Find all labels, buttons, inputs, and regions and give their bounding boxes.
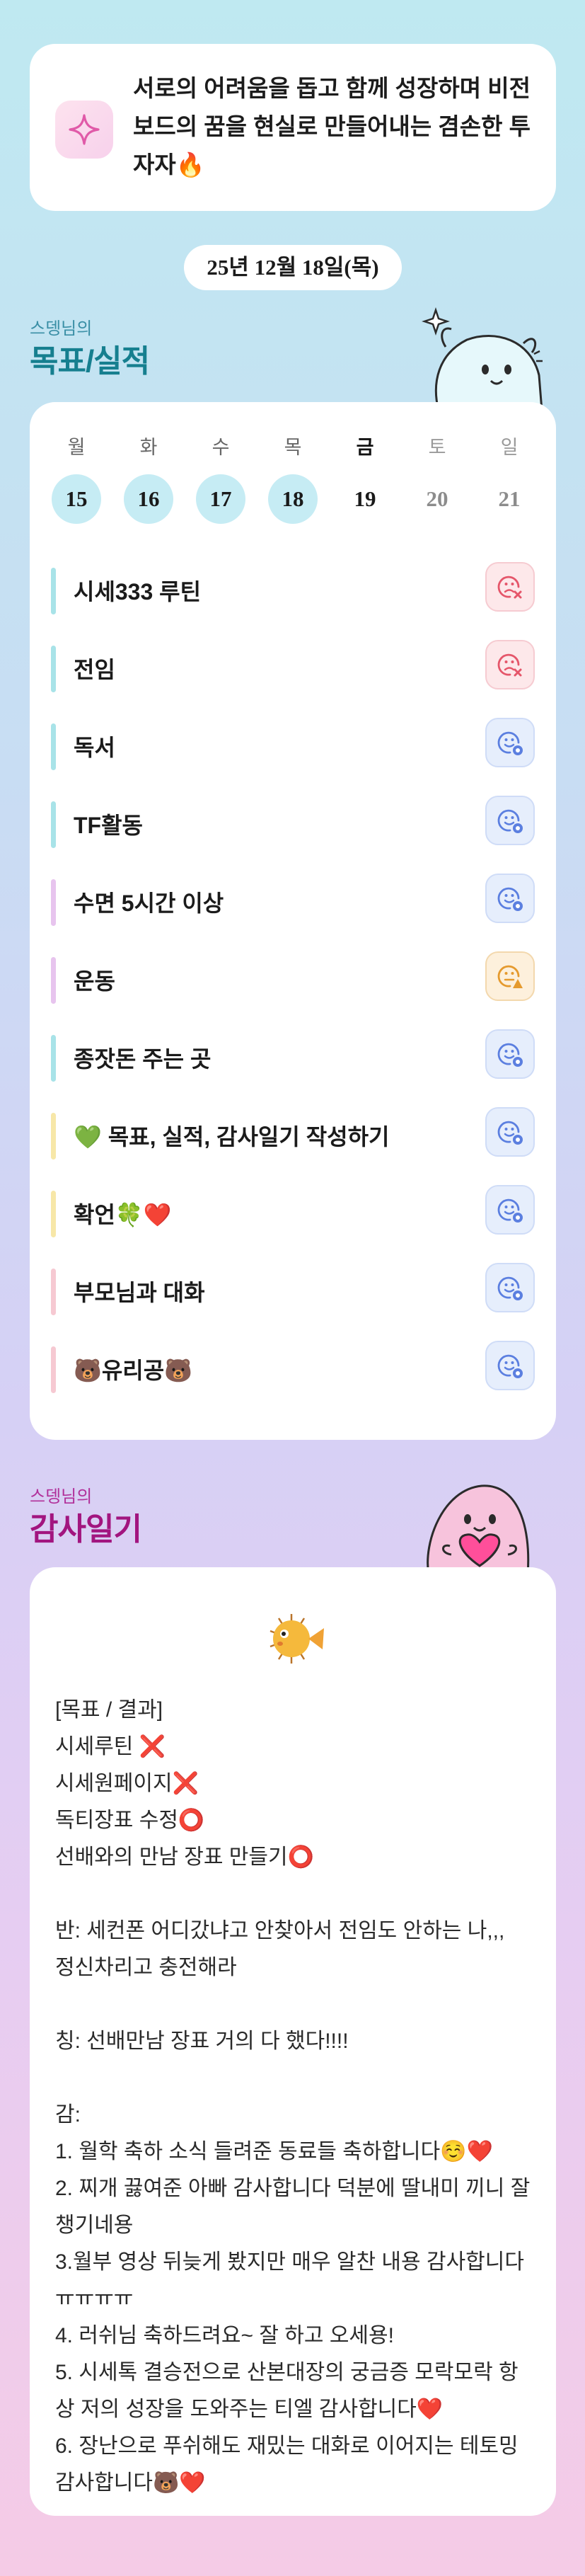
smile-check-icon[interactable] xyxy=(485,1185,535,1235)
journal-text[interactable]: [목표 / 결과] 시세루틴 ❌ 시세원페이지❌ 독티장표 수정⭕ 선배와의 만… xyxy=(55,1692,536,2502)
day-of-week-label: 화 xyxy=(139,437,158,458)
day-15[interactable]: 월 15 xyxy=(51,435,102,524)
gratitude-card: [목표 / 결과] 시세루틴 ❌ 시세원페이지❌ 독티장표 수정⭕ 선배와의 만… xyxy=(30,1567,556,2516)
day-number[interactable]: 20 xyxy=(412,474,462,524)
day-19[interactable]: 금 19 xyxy=(340,435,390,524)
day-17[interactable]: 수 17 xyxy=(195,435,246,524)
sad-x-icon[interactable] xyxy=(485,562,535,612)
goal-row[interactable]: TF활동 xyxy=(51,790,535,868)
smile-check-icon[interactable] xyxy=(485,718,535,767)
goal-color-bar xyxy=(51,1346,56,1393)
goal-label: 수면 5시간 이상 xyxy=(74,891,224,916)
neutral-warning-icon[interactable] xyxy=(485,951,535,1001)
gratitude-section-title: 감사일기 xyxy=(30,1512,142,1547)
goal-color-bar xyxy=(51,801,56,848)
day-number[interactable]: 16 xyxy=(124,474,173,524)
goal-color-bar xyxy=(51,879,56,926)
goal-list: 시세333 루틴전임독서 TF활동수면 5시간 이상운동종잣돈 주는 곳 💚 목표,… xyxy=(51,556,535,1413)
smile-check-icon[interactable] xyxy=(485,874,535,923)
goal-color-bar xyxy=(51,568,56,614)
goal-row[interactable]: 운동 xyxy=(51,946,535,1024)
blue-mascot-icon xyxy=(422,307,543,411)
sparkle-icon xyxy=(55,101,113,159)
goal-label: 종잣돈 주는 곳 xyxy=(74,1046,212,1072)
goal-row[interactable]: 🐻유리공🐻 xyxy=(51,1335,535,1413)
smile-check-icon[interactable] xyxy=(485,1029,535,1079)
day-20[interactable]: 토 20 xyxy=(412,435,463,524)
day-number[interactable]: 18 xyxy=(268,474,318,524)
goals-section-title: 목표/실적 xyxy=(30,344,150,379)
smile-check-icon[interactable] xyxy=(485,1107,535,1157)
sad-x-icon[interactable] xyxy=(485,640,535,689)
goal-label: 독서 xyxy=(74,735,115,760)
goal-color-bar xyxy=(51,723,56,770)
goal-label: 💚 목표, 실적, 감사일기 작성하기 xyxy=(74,1124,390,1150)
day-of-week-label: 월 xyxy=(67,437,86,458)
pufferfish-icon xyxy=(270,1614,324,1664)
day-of-week-label: 금 xyxy=(356,437,374,458)
goal-color-bar xyxy=(51,957,56,1004)
motto-text: 서로의 어려움을 돕고 함께 성장하며 비전보드의 꿈을 현실로 만들어내는 겸… xyxy=(133,75,531,178)
goal-color-bar xyxy=(51,646,56,692)
day-of-week-label: 수 xyxy=(212,437,230,458)
smile-check-icon[interactable] xyxy=(485,1263,535,1312)
pink-mascot-icon xyxy=(427,1484,530,1574)
goal-row[interactable]: 전임 xyxy=(51,634,535,712)
goal-label: 전임 xyxy=(74,657,115,682)
week-strip: 월 15 화 16 수 17 목 18 금 19 토 20 일 21 xyxy=(51,435,535,524)
day-number[interactable]: 15 xyxy=(52,474,101,524)
smile-check-icon[interactable] xyxy=(485,1341,535,1390)
goal-row[interactable]: 수면 5시간 이상 xyxy=(51,868,535,946)
day-16[interactable]: 화 16 xyxy=(123,435,174,524)
smile-check-icon[interactable] xyxy=(485,796,535,845)
goal-row[interactable]: 독서 xyxy=(51,712,535,790)
goal-row[interactable]: 시세333 루틴 xyxy=(51,556,535,634)
goal-color-bar xyxy=(51,1113,56,1160)
day-21[interactable]: 일 21 xyxy=(484,435,535,524)
goal-row[interactable]: 💚 목표, 실적, 감사일기 작성하기 xyxy=(51,1101,535,1179)
goal-label: 부모님과 대화 xyxy=(74,1280,205,1305)
day-number[interactable]: 17 xyxy=(196,474,245,524)
date-pill[interactable]: 25년 12월 18일(목) xyxy=(184,245,402,290)
day-of-week-label: 일 xyxy=(500,437,519,458)
day-number[interactable]: 19 xyxy=(340,474,390,524)
day-number[interactable]: 21 xyxy=(485,474,534,524)
goal-color-bar xyxy=(51,1035,56,1082)
goal-label: 시세333 루틴 xyxy=(74,579,202,605)
goal-label: 🐻유리공🐻 xyxy=(74,1358,193,1383)
day-18[interactable]: 목 18 xyxy=(267,435,318,524)
day-of-week-label: 토 xyxy=(428,437,446,458)
goal-row[interactable]: 확언🍀❤️ xyxy=(51,1179,535,1257)
day-of-week-label: 목 xyxy=(284,437,302,458)
goal-label: 확언🍀❤️ xyxy=(74,1202,172,1227)
goal-label: 운동 xyxy=(74,968,115,994)
goal-color-bar xyxy=(51,1191,56,1237)
motto-card: 서로의 어려움을 돕고 함께 성장하며 비전보드의 꿈을 현실로 만들어내는 겸… xyxy=(30,44,556,211)
goal-label: TF활동 xyxy=(74,813,143,838)
goal-color-bar xyxy=(51,1269,56,1315)
goal-row[interactable]: 종잣돈 주는 곳 xyxy=(51,1024,535,1101)
goals-card: 월 15 화 16 수 17 목 18 금 19 토 20 일 21 시세333 루틴전임독서 TF활동수면… xyxy=(30,402,556,1440)
goal-row[interactable]: 부모님과 대화 xyxy=(51,1257,535,1335)
